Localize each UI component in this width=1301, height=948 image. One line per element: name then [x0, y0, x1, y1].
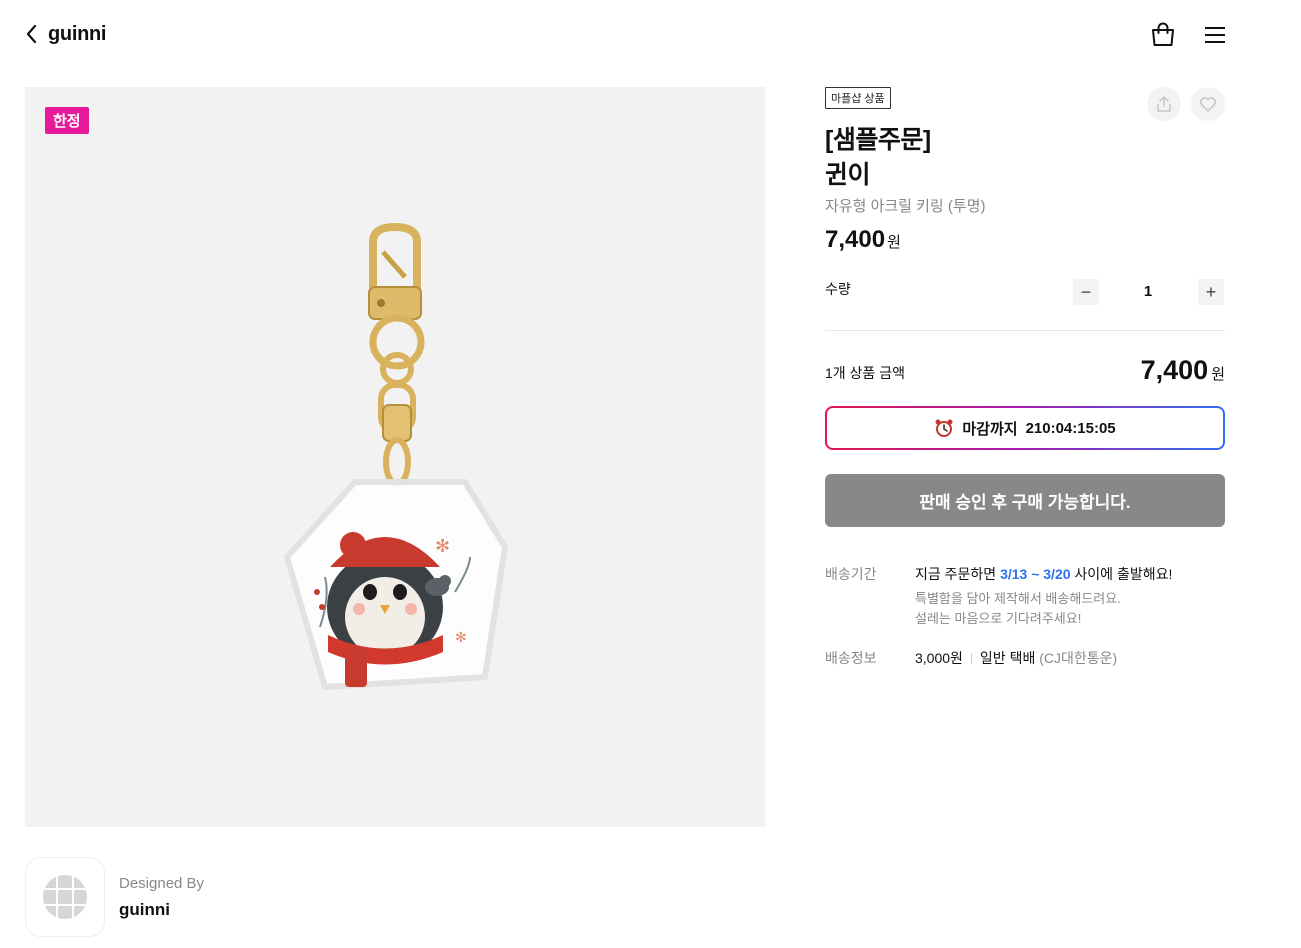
back-button[interactable]: guinni — [24, 22, 106, 46]
quantity-label: 수량 — [825, 281, 851, 297]
shipping-carrier: (CJ대한통운) — [1039, 650, 1118, 666]
shipping-info: 배송기간 지금 주문하면 3/13 ~ 3/20 사이에 출발해요! 특별함을 … — [825, 564, 1225, 668]
deadline-countdown: 마감까지 210:04:15:05 — [825, 406, 1225, 450]
price-unit: 원 — [887, 234, 901, 251]
share-icon — [1157, 96, 1171, 112]
shipping-info-row: 배송정보 3,000원 일반 택배 (CJ대한통운) — [825, 648, 1225, 668]
buy-button[interactable]: 판매 승인 후 구매 가능합니다. — [825, 474, 1225, 527]
shipping-fee: 3,000원 — [915, 650, 963, 666]
designer-card[interactable]: Designed By guinni — [25, 857, 204, 937]
header: guinni — [0, 0, 1301, 72]
deadline-label: 마감까지 — [962, 420, 1018, 438]
svg-text:✻: ✻ — [455, 630, 467, 646]
svg-text:✻: ✻ — [435, 536, 450, 557]
plus-icon: + — [1205, 281, 1217, 302]
designer-name[interactable]: guinni — [119, 900, 204, 920]
total-price-unit: 원 — [1211, 366, 1225, 383]
shipping-note-1: 특별함을 담아 제작해서 배송해드려요. — [915, 591, 1121, 606]
product-subtitle: 자유형 아크릴 키링 (투명) — [825, 198, 986, 215]
product-price: 7,400 원 — [825, 226, 1225, 254]
chevron-left-icon — [26, 24, 37, 44]
total-price-value: 7,400 — [1140, 355, 1209, 385]
total-row: 1개 상품 금액 7,400 원 — [825, 355, 1225, 391]
like-button[interactable] — [1191, 87, 1225, 121]
heart-icon — [1199, 97, 1217, 112]
globe-grid-icon — [43, 875, 87, 919]
shop-name: guinni — [48, 22, 107, 45]
product-title-line1: [샘플주문] — [825, 126, 931, 154]
keyring-product-image: ✻ ✻ — [284, 222, 508, 690]
product-title-line2: 귄이 — [825, 161, 871, 189]
total-label: 1개 상품 금액 — [825, 365, 905, 381]
shipping-info-key: 배송정보 — [825, 650, 877, 666]
shipping-method: 일반 택배 — [979, 650, 1036, 666]
shipping-note-2: 설레는 마음으로 기다려주세요! — [915, 611, 1082, 626]
limited-badge: 한정 — [45, 107, 89, 134]
product-info-panel: 마플샵 상품 [샘플주문] 귄이 자유형 아크릴 키링 (투명) 7,400 원 … — [825, 87, 1225, 666]
quantity-increase-button[interactable]: + — [1198, 279, 1224, 305]
minus-icon: − — [1080, 281, 1092, 302]
share-button[interactable] — [1147, 87, 1181, 121]
alarm-clock-icon — [935, 419, 953, 437]
shipping-period-prefix: 지금 주문하면 — [915, 566, 997, 582]
price-value: 7,400 — [825, 226, 886, 253]
quantity-decrease-button[interactable]: − — [1073, 279, 1099, 305]
shipping-period-row: 배송기간 지금 주문하면 3/13 ~ 3/20 사이에 출발해요! 특별함을 … — [825, 564, 1225, 629]
designed-by-label: Designed By — [119, 874, 205, 892]
quantity-row: 수량 − 1 + — [825, 279, 1225, 331]
quantity-value[interactable]: 1 — [1125, 283, 1171, 300]
product-image-gallery[interactable]: ✻ ✻ 한정 — [25, 87, 765, 827]
shopping-bag-icon[interactable] — [1150, 22, 1176, 48]
hamburger-menu-icon[interactable] — [1204, 25, 1226, 45]
shipping-period-key: 배송기간 — [825, 566, 877, 582]
marpple-shop-tag: 마플샵 상품 — [825, 87, 891, 109]
total-price: 7,400 원 — [1141, 355, 1225, 386]
designer-logo — [25, 857, 105, 937]
divider — [970, 653, 972, 664]
shipping-period-suffix: 사이에 출발해요! — [1074, 566, 1173, 582]
deadline-time: 210:04:15:05 — [1025, 419, 1116, 437]
shipping-dates: 3/13 ~ 3/20 — [1000, 566, 1071, 582]
